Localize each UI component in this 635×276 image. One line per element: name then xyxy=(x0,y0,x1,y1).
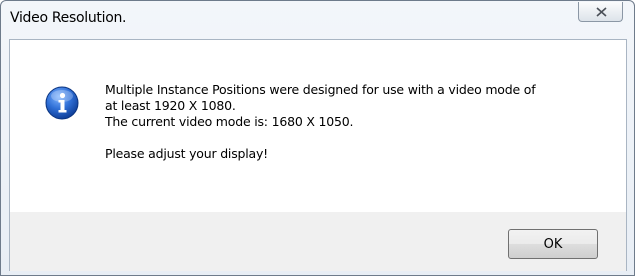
message-line: The current video mode is: 1680 X 1050. xyxy=(105,114,354,129)
info-icon xyxy=(45,86,79,120)
dialog-body: Multiple Instance Positions were designe… xyxy=(9,39,627,271)
button-bar: OK xyxy=(10,212,626,271)
close-button[interactable] xyxy=(578,2,623,22)
title-bar[interactable]: Video Resolution. xyxy=(1,1,634,39)
message-spacer xyxy=(105,130,605,146)
dialog-window: Video Resolution. Multiple Instance Posi… xyxy=(0,0,635,276)
ok-button[interactable]: OK xyxy=(508,229,598,259)
message-text: Multiple Instance Positions were designe… xyxy=(105,82,605,162)
message-line: Please adjust your display! xyxy=(105,146,268,161)
message-area: Multiple Instance Positions were designe… xyxy=(10,40,626,212)
window-title: Video Resolution. xyxy=(10,10,127,26)
message-line: Multiple Instance Positions were designe… xyxy=(105,82,536,97)
message-line: at least 1920 X 1080. xyxy=(105,98,236,113)
close-icon xyxy=(596,7,607,17)
